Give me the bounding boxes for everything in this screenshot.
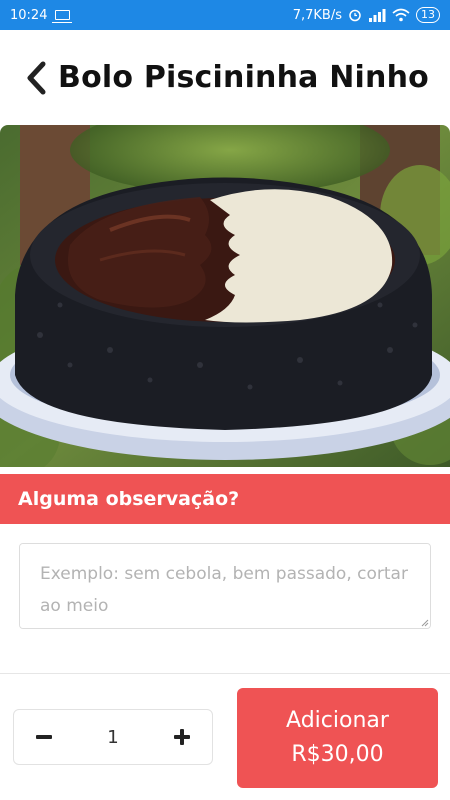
increase-quantity-button[interactable] <box>168 723 196 751</box>
signal-icon <box>369 8 386 22</box>
battery-icon: 13 <box>416 7 440 23</box>
add-to-cart-button[interactable]: Adicionar R$30,00 <box>237 688 438 788</box>
back-button[interactable] <box>18 58 54 98</box>
network-speed: 7,7KB/s <box>292 7 342 23</box>
observation-label: Alguma observação? <box>18 488 240 510</box>
status-time: 10:24 <box>10 7 48 23</box>
observation-field[interactable] <box>19 543 431 629</box>
alarm-icon <box>349 9 361 22</box>
divider <box>0 673 450 674</box>
observation-header: Alguma observação? <box>0 474 450 524</box>
add-button-label: Adicionar <box>286 708 389 733</box>
status-left: 10:24 <box>10 7 73 23</box>
wifi-icon <box>392 8 410 22</box>
status-right: 7,7KB/s 13 <box>293 7 440 23</box>
decrease-quantity-button[interactable] <box>30 723 58 751</box>
quantity-value: 1 <box>107 726 119 748</box>
resize-grip-icon[interactable] <box>421 619 429 627</box>
battery-level: 13 <box>421 8 435 21</box>
add-button-price: R$30,00 <box>291 742 384 767</box>
plus-icon <box>173 729 190 745</box>
laptop-icon <box>52 10 73 23</box>
header: Bolo Piscininha Ninho c <box>0 30 450 125</box>
chevron-left-icon <box>27 61 46 94</box>
page-title: Bolo Piscininha Ninho c <box>58 60 436 95</box>
quantity-stepper: 1 <box>13 709 213 765</box>
cake-photo <box>0 125 450 467</box>
minus-icon <box>36 735 52 739</box>
status-bar: 10:24 7,7KB/s 13 <box>0 0 450 30</box>
